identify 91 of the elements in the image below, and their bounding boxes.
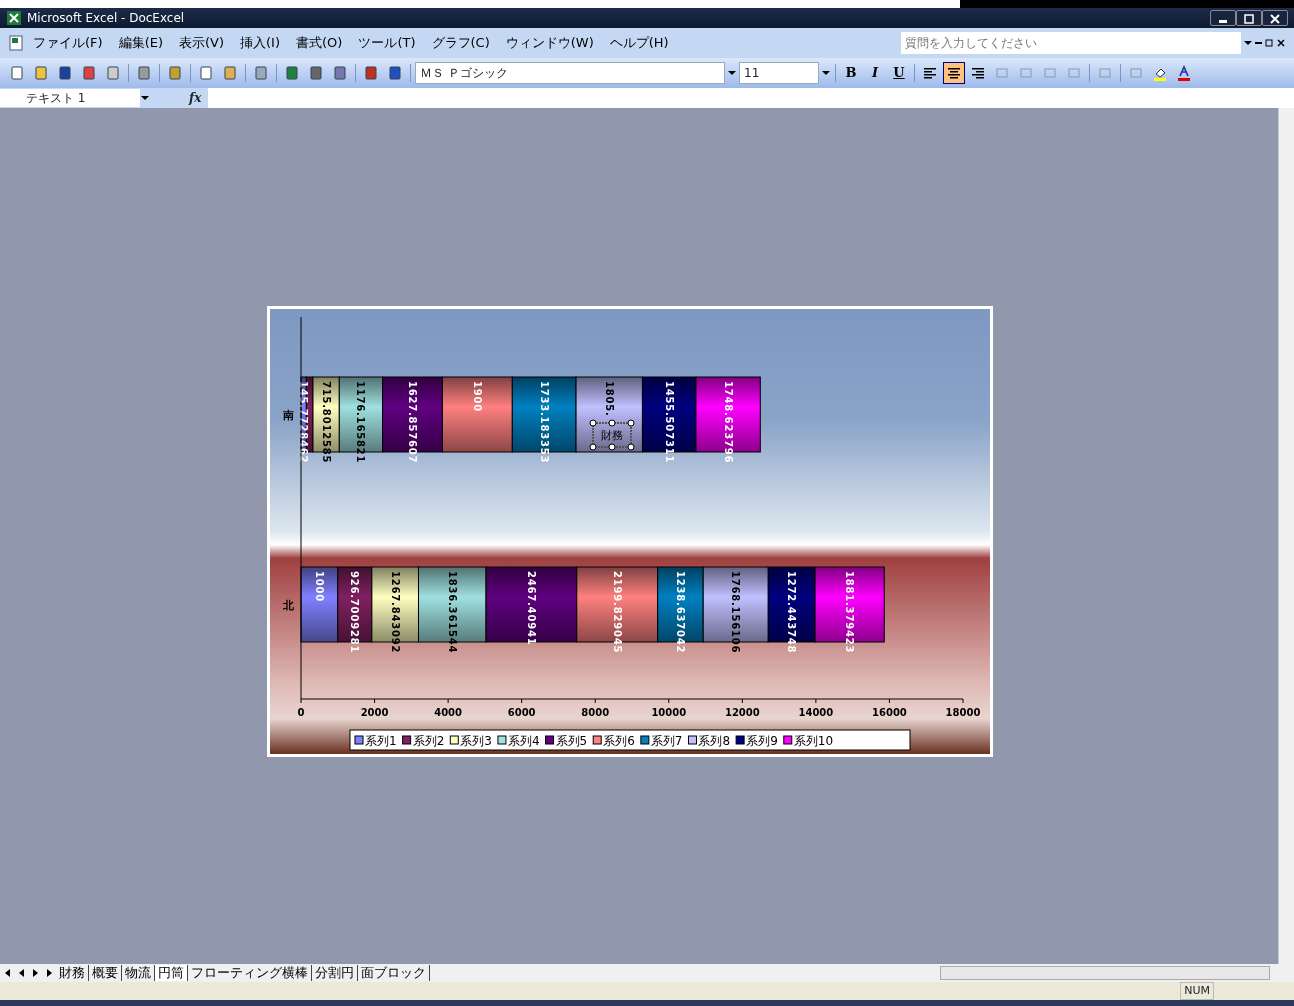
formula-field[interactable] [207, 88, 1294, 108]
minimize-icon [1219, 19, 1227, 23]
category-label: 南 [282, 408, 294, 421]
data-label: 1733.183353 [538, 380, 550, 463]
name-box-field[interactable]: テキスト 1 [0, 89, 140, 107]
tick-label: 16000 [872, 706, 907, 718]
close-button[interactable] [1262, 10, 1288, 26]
menu-item[interactable]: 書式(O) [289, 31, 350, 55]
data-label: 1836.361544 [446, 570, 458, 653]
window-title: Microsoft Excel - DocExcel [27, 10, 185, 27]
data-label: 1881.379423 [844, 570, 856, 653]
dropdown-icon [1243, 38, 1253, 48]
legend-label: 系列6 [603, 733, 635, 748]
menu-item[interactable]: グラフ(C) [424, 31, 497, 55]
sheet-tab[interactable]: 円筒 [155, 965, 188, 981]
tick-label: 14000 [798, 706, 834, 718]
font-name-field[interactable]: ＭＳ Ｐゴシック [415, 62, 725, 84]
next-arrow-icon [30, 967, 40, 979]
align-center-icon [946, 65, 962, 81]
data-label: 715.8012585 [320, 380, 332, 463]
vertical-scrollbar[interactable] [1278, 108, 1294, 964]
sheet-tab[interactable]: 面ブロック [358, 965, 430, 981]
restore-icon [1241, 11, 1257, 27]
text-box[interactable]: 財務 [589, 419, 635, 450]
data-label: 1805. [603, 380, 615, 417]
legend-label: 系列5 [555, 733, 588, 748]
menu-item[interactable]: ウィンドウ(W) [498, 31, 601, 55]
legend-label: 系列3 [460, 733, 492, 748]
menu-item[interactable]: 編集(E) [111, 31, 170, 55]
data-label: 1272.443748 [786, 570, 798, 653]
tick-label: 12000 [724, 706, 760, 718]
help-search-field[interactable]: 質問を入力してください [901, 32, 1241, 54]
font-color-icon [1176, 65, 1192, 81]
legend-label: 系列1 [365, 733, 397, 748]
tick-label: 4000 [434, 706, 463, 718]
close-icon [1276, 38, 1286, 48]
bold-button[interactable]: B [840, 62, 862, 84]
data-label: 1238.637042 [674, 570, 686, 653]
dropdown-icon [140, 93, 150, 103]
data-label: 1455.507311 [663, 380, 675, 463]
data-label: 1748.623796 [722, 380, 734, 463]
menu-item[interactable]: ファイル(F) [26, 31, 110, 55]
legend-label: 系列7 [650, 733, 683, 748]
legend-label: 系列2 [412, 733, 445, 748]
tick-label: 0 [297, 706, 305, 718]
sheet-tab[interactable]: 概要 [89, 965, 122, 981]
data-label: 1176.165821 [355, 380, 367, 463]
data-label: 1000 [313, 570, 325, 602]
data-label: 1267.843092 [389, 570, 401, 653]
sheet-tab[interactable]: フローティング横棒 [188, 965, 312, 981]
legend-label: 系列9 [746, 733, 778, 748]
restore-button[interactable] [1236, 10, 1262, 26]
tick-label: 10000 [651, 706, 687, 718]
formula-icon: fx [189, 89, 202, 107]
menu-item[interactable]: ツール(T) [351, 31, 423, 55]
status-indicator: NUM [1180, 981, 1214, 1001]
tick-label: 8000 [581, 706, 610, 718]
menu-item[interactable]: ヘルプ(H) [602, 31, 676, 55]
data-label: 2467.40941 [525, 570, 537, 645]
data-label: 1768.156106 [730, 570, 742, 653]
italic-button[interactable]: I [864, 62, 886, 84]
data-label: 1900 [471, 380, 483, 412]
data-label: 2199.829045 [611, 570, 623, 653]
dropdown-icon [821, 68, 831, 78]
legend-label: 系列10 [793, 733, 834, 748]
align-left-icon [922, 65, 938, 81]
legend-label: 系列8 [698, 733, 731, 748]
minimize-button[interactable] [1210, 10, 1236, 26]
tick-label: 18000 [945, 706, 981, 718]
data-label: 926.7009281 [349, 570, 361, 653]
sheet-icon [8, 35, 24, 51]
tick-label: 2000 [360, 706, 389, 718]
data-label: 145.7728462 [298, 380, 310, 463]
menu-item[interactable]: 挿入(I) [233, 31, 287, 55]
restore-icon [1264, 38, 1274, 48]
horizontal-scrollbar[interactable] [940, 966, 1270, 980]
data-label: 1627.857607 [407, 380, 418, 463]
font-size-field[interactable]: 11 [739, 62, 819, 84]
align-center-button[interactable] [943, 62, 965, 84]
category-label: 北 [282, 598, 294, 611]
sheet-tab[interactable]: 分割円 [312, 965, 358, 981]
sheet-tab[interactable]: 財務 [56, 965, 89, 981]
legend-label: 系列4 [507, 733, 540, 748]
tick-label: 6000 [507, 706, 536, 718]
underline-button[interactable]: U [888, 62, 910, 84]
dropdown-icon [727, 68, 737, 78]
last-arrow-icon [44, 967, 54, 979]
minimize-icon [1255, 42, 1262, 44]
align-right-icon [970, 65, 986, 81]
excel-logo-icon [6, 10, 22, 26]
menu-item[interactable]: 表示(V) [172, 31, 232, 55]
